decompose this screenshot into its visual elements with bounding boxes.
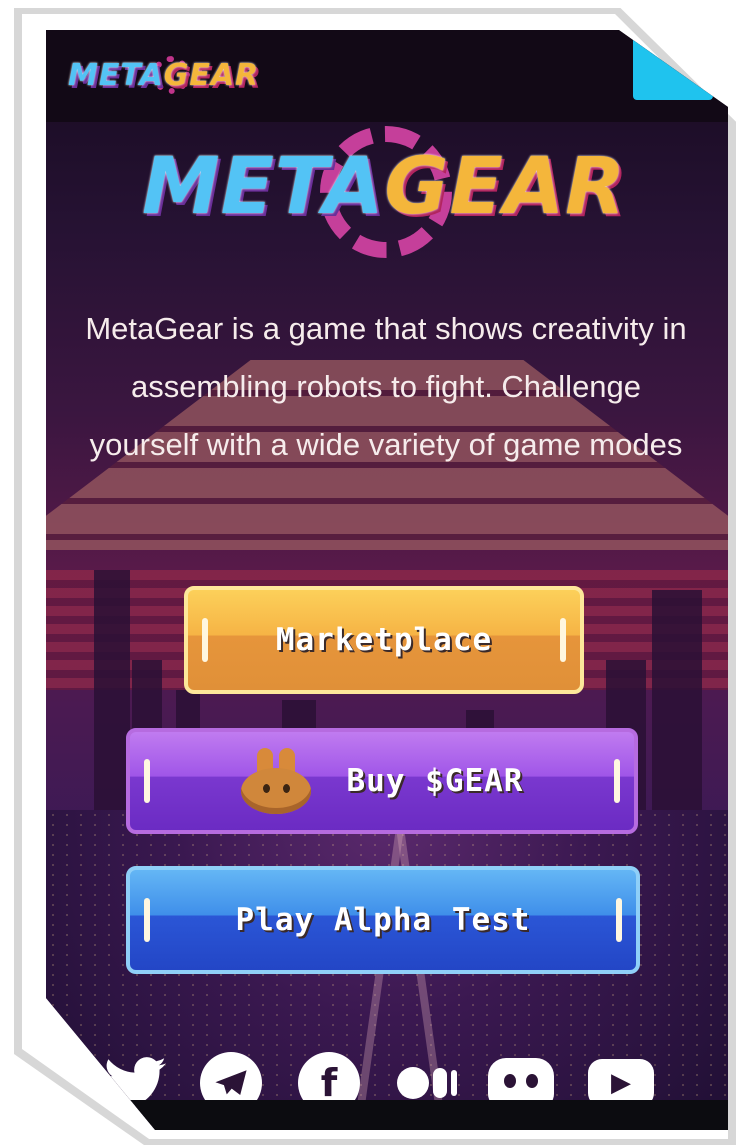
city-building	[652, 590, 702, 810]
hero-description: MetaGear is a game that shows creativity…	[85, 311, 687, 462]
buy-gear-button[interactable]: Buy $GEAR	[126, 728, 638, 834]
play-alpha-test-label: Play Alpha Test	[235, 902, 531, 938]
marketplace-label: Marketplace	[275, 622, 493, 658]
logo-text-gear: GEAR	[384, 142, 627, 232]
city-building	[94, 570, 130, 810]
marketplace-button[interactable]: Marketplace	[184, 586, 584, 694]
header-logo[interactable]: METAGEAR	[68, 52, 278, 102]
logo-text-gear: GEAR	[163, 58, 260, 93]
phone-screen: METAGEAR METAGEAR MetaGear is a game tha…	[46, 30, 728, 1130]
hero-logo: METAGEAR	[142, 126, 632, 266]
play-alpha-test-button[interactable]: Play Alpha Test	[126, 866, 640, 974]
buy-gear-label: Buy $GEAR	[346, 763, 524, 799]
logo-text-meta: META	[68, 58, 164, 93]
pancakeswap-bunny-icon	[240, 748, 311, 814]
logo-text-meta: META	[142, 142, 385, 232]
